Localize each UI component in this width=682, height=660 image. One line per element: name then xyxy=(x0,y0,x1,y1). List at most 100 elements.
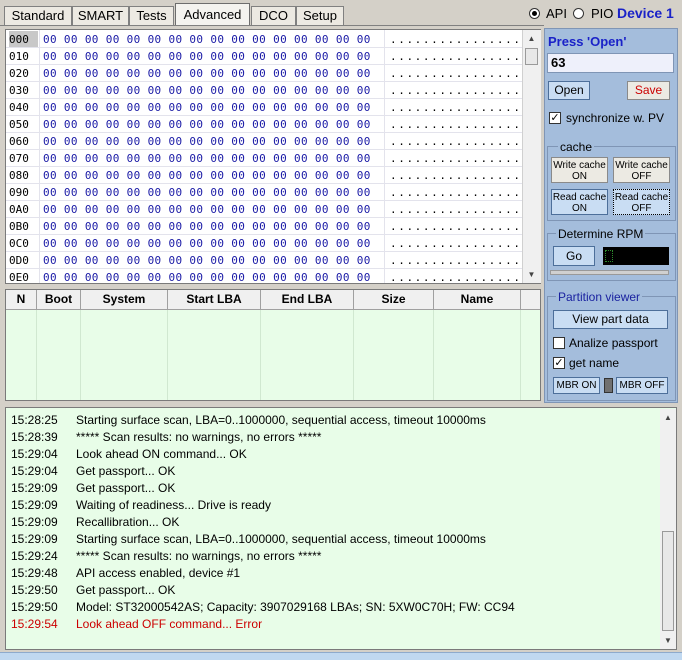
get-name-checkbox[interactable]: ✓ xyxy=(553,357,565,369)
col-size[interactable]: Size xyxy=(354,290,434,309)
hex-viewer[interactable]: 000 00 00 00 00 00 00 00 00 00 00 00 00 0… xyxy=(5,29,541,284)
hex-ascii[interactable]: ................ xyxy=(390,116,522,133)
api-radio[interactable] xyxy=(529,8,540,19)
hex-bytes[interactable]: 00 00 00 00 00 00 00 00 00 00 00 00 00 0… xyxy=(43,184,371,201)
hex-row[interactable]: 050 00 00 00 00 00 00 00 00 00 00 00 00 0… xyxy=(6,116,526,133)
tab-dco[interactable]: DCO xyxy=(251,6,296,25)
hex-ascii[interactable]: ................ xyxy=(390,201,522,218)
sector-input[interactable]: 63 xyxy=(547,53,674,73)
hex-row[interactable]: 090 00 00 00 00 00 00 00 00 00 00 00 00 0… xyxy=(6,184,526,201)
hex-bytes[interactable]: 00 00 00 00 00 00 00 00 00 00 00 00 00 0… xyxy=(43,133,371,150)
log-time: 15:29:09 xyxy=(11,532,58,546)
hex-bytes[interactable]: 00 00 00 00 00 00 00 00 00 00 00 00 00 0… xyxy=(43,218,371,235)
hex-bytes[interactable]: 00 00 00 00 00 00 00 00 00 00 00 00 00 0… xyxy=(43,252,371,269)
hex-row[interactable]: 020 00 00 00 00 00 00 00 00 00 00 00 00 0… xyxy=(6,65,526,82)
mbr-off-button[interactable]: MBR OFF xyxy=(616,377,668,394)
scroll-thumb[interactable] xyxy=(662,531,674,631)
log-message: ***** Scan results: no warnings, no erro… xyxy=(76,549,322,563)
col-boot[interactable]: Boot xyxy=(37,290,81,309)
analize-passport-checkbox[interactable] xyxy=(553,337,565,349)
hex-bytes[interactable]: 00 00 00 00 00 00 00 00 00 00 00 00 00 0… xyxy=(43,150,371,167)
sync-checkbox[interactable]: ✓ xyxy=(549,112,561,124)
hex-bytes[interactable]: 00 00 00 00 00 00 00 00 00 00 00 00 00 0… xyxy=(43,31,371,48)
hex-ascii[interactable]: ................ xyxy=(390,218,522,235)
hex-ascii[interactable]: ................ xyxy=(390,167,522,184)
partition-table[interactable]: N Boot System Start LBA End LBA Size Nam… xyxy=(5,289,541,401)
hex-bytes[interactable]: 00 00 00 00 00 00 00 00 00 00 00 00 00 0… xyxy=(43,201,371,218)
log-message: Get passport... OK xyxy=(76,481,176,495)
hex-row[interactable]: 080 00 00 00 00 00 00 00 00 00 00 00 00 0… xyxy=(6,167,526,184)
hex-row[interactable]: 0C0 00 00 00 00 00 00 00 00 00 00 00 00 0… xyxy=(6,235,526,252)
hex-bytes[interactable]: 00 00 00 00 00 00 00 00 00 00 00 00 00 0… xyxy=(43,82,371,99)
tab-setup[interactable]: Setup xyxy=(296,6,344,25)
col-divider xyxy=(260,310,261,400)
api-label: API xyxy=(546,6,567,21)
hex-row[interactable]: 0B0 00 00 00 00 00 00 00 00 00 00 00 00 0… xyxy=(6,218,526,235)
save-button[interactable]: Save xyxy=(627,81,670,100)
tab-standard[interactable]: Standard xyxy=(4,6,72,25)
pio-label: PIO xyxy=(591,6,614,21)
scroll-down-icon[interactable]: ▼ xyxy=(523,266,540,283)
hex-bytes[interactable]: 00 00 00 00 00 00 00 00 00 00 00 00 00 0… xyxy=(43,167,371,184)
pio-radio[interactable] xyxy=(573,8,584,19)
scroll-thumb[interactable] xyxy=(525,48,538,65)
rpm-label: Determine RPM xyxy=(556,227,646,241)
hex-scrollbar[interactable]: ▲ ▼ xyxy=(522,30,541,283)
hex-bytes[interactable]: 00 00 00 00 00 00 00 00 00 00 00 00 00 0… xyxy=(43,269,371,283)
hex-row[interactable]: 010 00 00 00 00 00 00 00 00 00 00 00 00 0… xyxy=(6,48,526,65)
hex-row[interactable]: 0D0 00 00 00 00 00 00 00 00 00 00 00 00 0… xyxy=(6,252,526,269)
col-end-lba[interactable]: End LBA xyxy=(261,290,354,309)
tab-divider xyxy=(0,25,544,26)
hex-row[interactable]: 040 00 00 00 00 00 00 00 00 00 00 00 00 0… xyxy=(6,99,526,116)
hex-address: 060 xyxy=(9,135,29,148)
hex-row[interactable]: 030 00 00 00 00 00 00 00 00 00 00 00 00 0… xyxy=(6,82,526,99)
write-cache-off-button[interactable]: Write cache OFF xyxy=(613,157,670,183)
open-button[interactable]: Open xyxy=(548,81,590,100)
col-name[interactable]: Name xyxy=(434,290,521,309)
hex-ascii[interactable]: ................ xyxy=(390,48,522,65)
hex-row[interactable]: 000 00 00 00 00 00 00 00 00 00 00 00 00 0… xyxy=(6,31,526,48)
col-start-lba[interactable]: Start LBA xyxy=(168,290,261,309)
mbr-on-button[interactable]: MBR ON xyxy=(553,377,600,394)
hex-ascii[interactable]: ................ xyxy=(390,252,522,269)
log-message: ***** Scan results: no warnings, no erro… xyxy=(76,430,322,444)
hex-ascii[interactable]: ................ xyxy=(390,82,522,99)
read-cache-on-button[interactable]: Read cache ON xyxy=(551,189,608,215)
hex-ascii[interactable]: ................ xyxy=(390,99,522,116)
hex-ascii[interactable]: ................ xyxy=(390,235,522,252)
hex-ascii[interactable]: ................ xyxy=(390,184,522,201)
hex-address: 0A0 xyxy=(9,203,29,216)
hex-ascii[interactable]: ................ xyxy=(390,31,522,48)
log-time: 15:29:09 xyxy=(11,481,58,495)
hex-bytes[interactable]: 00 00 00 00 00 00 00 00 00 00 00 00 00 0… xyxy=(43,235,371,252)
hex-ascii[interactable]: ................ xyxy=(390,133,522,150)
write-cache-on-button[interactable]: Write cache ON xyxy=(551,157,608,183)
log-panel[interactable]: 15:28:25 Starting surface scan, LBA=0..10… xyxy=(5,407,677,650)
hex-row[interactable]: 0A0 00 00 00 00 00 00 00 00 00 00 00 00 0… xyxy=(6,201,526,218)
col-system[interactable]: System xyxy=(81,290,168,309)
read-cache-off-button[interactable]: Read cache OFF xyxy=(613,189,670,215)
hex-bytes[interactable]: 00 00 00 00 00 00 00 00 00 00 00 00 00 0… xyxy=(43,48,371,65)
scroll-down-icon[interactable]: ▼ xyxy=(660,632,676,649)
log-time: 15:29:50 xyxy=(11,583,58,597)
scroll-up-icon[interactable]: ▲ xyxy=(660,409,676,426)
partition-table-header: N Boot System Start LBA End LBA Size Nam… xyxy=(6,290,540,310)
hex-bytes[interactable]: 00 00 00 00 00 00 00 00 00 00 00 00 00 0… xyxy=(43,116,371,133)
tab-smart[interactable]: SMART xyxy=(72,6,129,25)
go-button[interactable]: Go xyxy=(553,246,595,266)
hex-row[interactable]: 0E0 00 00 00 00 00 00 00 00 00 00 00 00 0… xyxy=(6,269,526,283)
hex-row[interactable]: 070 00 00 00 00 00 00 00 00 00 00 00 00 0… xyxy=(6,150,526,167)
hex-ascii[interactable]: ................ xyxy=(390,65,522,82)
tab-advanced[interactable]: Advanced xyxy=(175,3,250,26)
hex-bytes[interactable]: 00 00 00 00 00 00 00 00 00 00 00 00 00 0… xyxy=(43,65,371,82)
hex-ascii[interactable]: ................ xyxy=(390,269,522,283)
view-part-data-button[interactable]: View part data xyxy=(553,310,668,329)
log-message: Starting surface scan, LBA=0..1000000, s… xyxy=(76,532,486,546)
scroll-up-icon[interactable]: ▲ xyxy=(523,30,540,47)
tab-tests[interactable]: Tests xyxy=(129,6,174,25)
log-scrollbar[interactable]: ▲ ▼ xyxy=(660,409,676,649)
col-n[interactable]: N xyxy=(6,290,37,309)
hex-ascii[interactable]: ................ xyxy=(390,150,522,167)
hex-row[interactable]: 060 00 00 00 00 00 00 00 00 00 00 00 00 0… xyxy=(6,133,526,150)
hex-bytes[interactable]: 00 00 00 00 00 00 00 00 00 00 00 00 00 0… xyxy=(43,99,371,116)
